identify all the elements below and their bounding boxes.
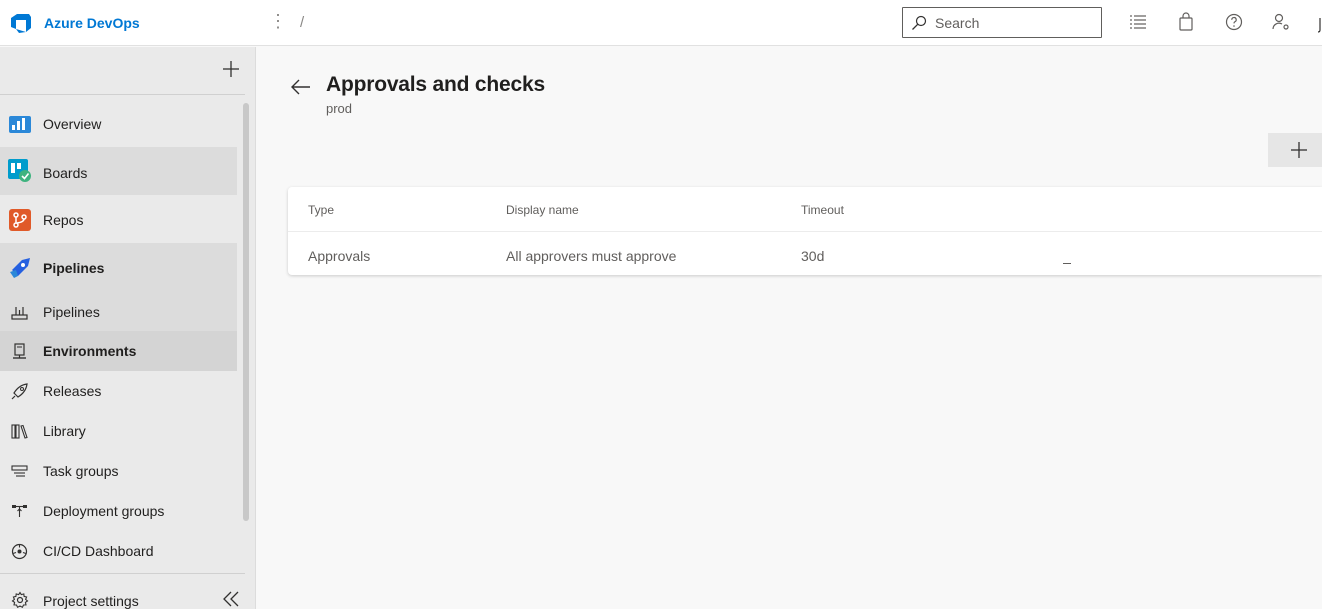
sidebar-item-releases[interactable]: Releases — [0, 371, 237, 411]
column-header-type[interactable]: Type — [308, 203, 334, 217]
project-settings[interactable]: Project settings — [0, 580, 256, 609]
sidebar-item-pipelines-hub[interactable]: Pipelines — [0, 248, 237, 288]
list-settings-icon[interactable] — [1128, 12, 1148, 32]
page-subtitle: prod — [326, 101, 353, 116]
rocket-icon — [11, 383, 28, 400]
sidebar-item-label: Environments — [43, 343, 137, 359]
cell-display-name: All approvers must approve — [506, 248, 677, 264]
cell-timeout: 30d — [801, 248, 825, 264]
user-settings-icon[interactable] — [1271, 12, 1291, 32]
sidebar-item-label: Library — [43, 423, 86, 439]
breadcrumb-separator: / — [300, 14, 305, 31]
sidebar-item-label: Task groups — [43, 463, 119, 479]
dashboard-icon — [11, 543, 28, 560]
back-arrow-icon[interactable] — [290, 78, 312, 96]
sidebar-item-cicd-dashboard[interactable]: CI/CD Dashboard — [0, 531, 237, 571]
pipelines-icon — [10, 258, 30, 278]
task-groups-icon — [11, 465, 28, 477]
row-status-mark — [1063, 263, 1071, 264]
sidebar-item-pipelines[interactable]: Pipelines — [0, 292, 237, 332]
library-icon — [11, 424, 28, 439]
column-header-timeout[interactable]: Timeout — [801, 203, 844, 217]
sidebar-item-library[interactable]: Library — [0, 411, 237, 451]
sidebar-item-environments[interactable]: Environments — [0, 331, 237, 371]
sidebar-item-repos[interactable]: Repos — [0, 200, 237, 240]
page-title: Approvals and checks — [326, 73, 545, 96]
top-bar: Azure DevOps ⋮ / — [0, 0, 1322, 46]
sidebar-item-label: Boards — [43, 165, 88, 181]
header-divider — [288, 231, 1322, 232]
sidebar-item-label: Pipelines — [43, 304, 100, 320]
collapse-sidebar-icon[interactable] — [221, 590, 241, 608]
new-item-plus-icon[interactable] — [220, 58, 242, 80]
sidebar-item-overview[interactable]: Overview — [0, 104, 237, 144]
sidebar-item-label: Overview — [43, 116, 102, 132]
search-input[interactable] — [935, 13, 1095, 33]
overview-icon — [9, 116, 31, 133]
sidebar-item-label: Repos — [43, 212, 84, 228]
project-settings-label: Project settings — [43, 593, 139, 609]
pipelines-sub-icon — [11, 307, 28, 320]
add-check-button[interactable] — [1268, 133, 1322, 167]
account-menu-edge-icon[interactable] — [1318, 16, 1322, 34]
cell-type: Approvals — [308, 248, 371, 264]
search-box[interactable] — [902, 7, 1102, 38]
gear-icon — [11, 591, 29, 609]
sidebar-item-deployment-groups[interactable]: Deployment groups — [0, 491, 237, 531]
help-icon[interactable] — [1224, 12, 1244, 32]
plus-icon — [1291, 142, 1307, 158]
sidebar-item-label: CI/CD Dashboard — [43, 543, 154, 559]
repos-icon — [9, 209, 31, 231]
boards-icon — [8, 159, 31, 182]
sidebar-scrollbar[interactable] — [243, 103, 249, 521]
deployment-groups-icon — [12, 505, 27, 517]
vertical-dots-icon[interactable]: ⋮ — [269, 11, 287, 32]
column-header-display-name[interactable]: Display name — [506, 203, 579, 217]
checks-table: Type Display name Timeout Approvals All … — [288, 187, 1322, 275]
sidebar-item-label: Pipelines — [43, 260, 105, 276]
brand-name[interactable]: Azure DevOps — [44, 15, 140, 31]
azure-devops-logo-icon[interactable] — [9, 12, 33, 34]
sidebar-bottom-divider — [0, 573, 245, 574]
environments-icon — [13, 343, 26, 359]
sidebar-item-label: Releases — [43, 383, 102, 399]
sidebar-divider — [0, 94, 245, 95]
search-icon — [912, 15, 927, 30]
shopping-bag-icon[interactable] — [1176, 12, 1196, 32]
sidebar-item-label: Deployment groups — [43, 503, 165, 519]
sidebar: Overview Boards Repos Pipelines Pipeline… — [0, 47, 256, 609]
sidebar-item-boards[interactable]: Boards — [0, 147, 237, 195]
sidebar-item-task-groups[interactable]: Task groups — [0, 451, 237, 491]
